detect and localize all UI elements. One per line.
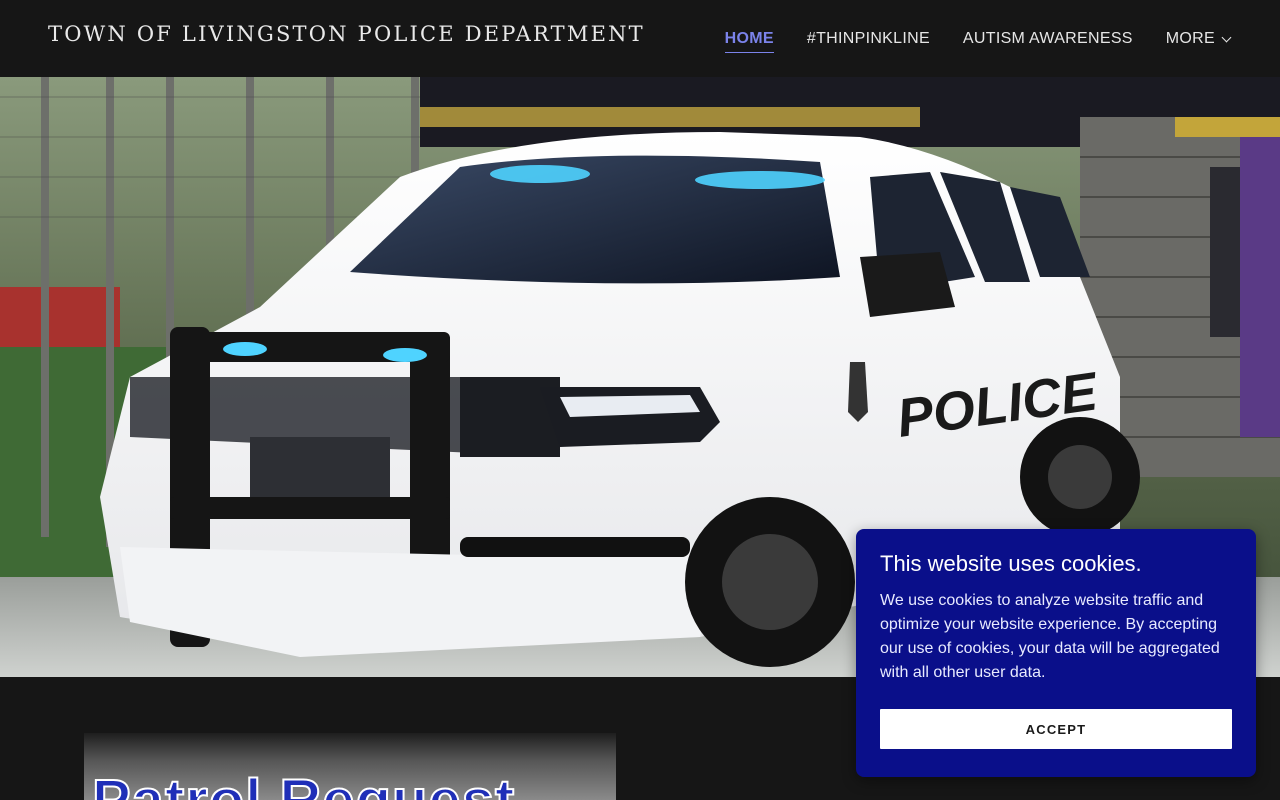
nav-label: MORE [1165,30,1215,47]
cookie-banner: This website uses cookies. We use cookie… [856,529,1256,777]
patrol-request-image[interactable]: Patrol Request [84,733,616,800]
accept-cookies-button[interactable]: ACCEPT [880,709,1232,749]
nav-label: HOME [724,30,774,47]
site-header: TOWN OF LIVINGSTON POLICE DEPARTMENT HOM… [0,0,1280,77]
nav-item-more[interactable]: MORE [1165,30,1232,53]
site-title[interactable]: TOWN OF LIVINGSTON POLICE DEPARTMENT [48,22,645,46]
patrol-request-text: Patrol Request [91,767,515,800]
nav-label: #THINPINKLINE [806,30,930,47]
nav-item-thinpinkline[interactable]: #THINPINKLINE [807,30,930,53]
cookie-body: We use cookies to analyze website traffi… [880,592,1220,681]
main-nav: HOME #THINPINKLINE AUTISM AWARENESS MORE [724,30,1232,53]
cookie-title: This website uses cookies. [880,551,1142,576]
nav-item-autism-awareness[interactable]: AUTISM AWARENESS [963,30,1133,53]
nav-label: AUTISM AWARENESS [962,30,1133,47]
nav-item-home[interactable]: HOME [724,30,774,53]
chevron-down-icon [1221,32,1232,42]
